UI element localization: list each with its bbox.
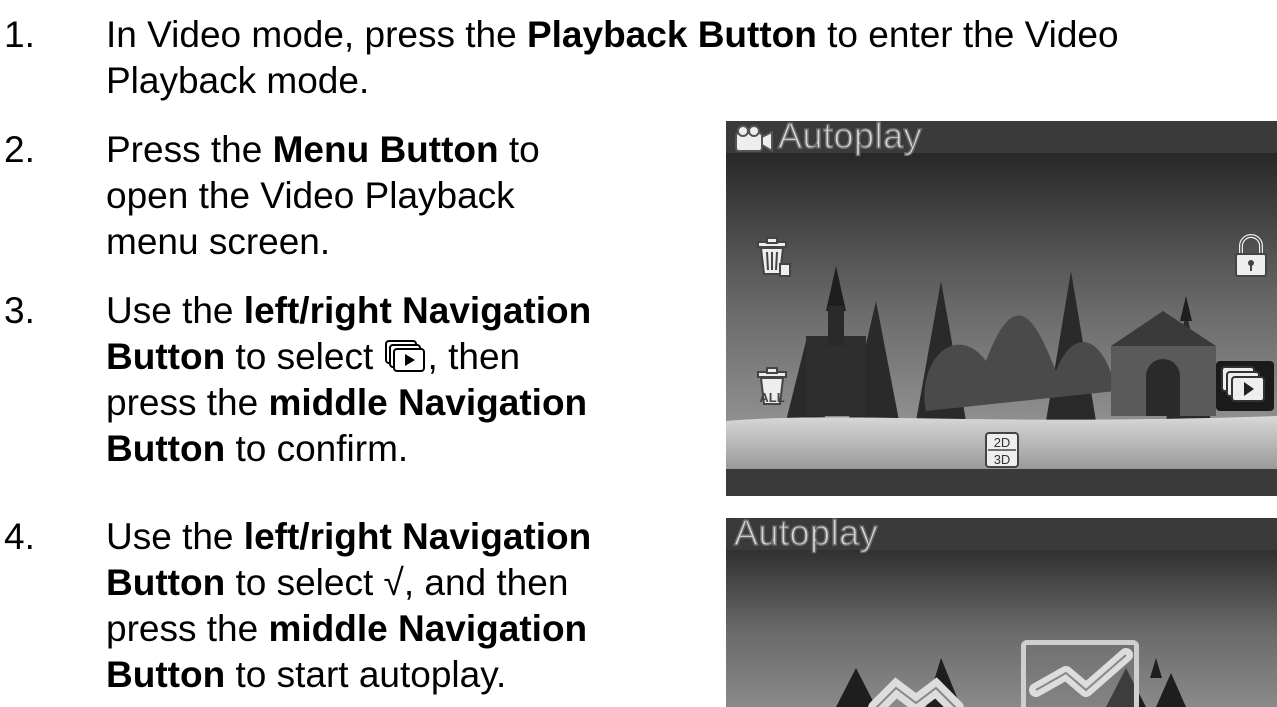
- step-3-number: 3.: [4, 290, 35, 331]
- step-2-text: Press the Menu Button to open the Video …: [106, 129, 540, 262]
- svg-text:ALL: ALL: [759, 390, 784, 405]
- step-3-text: Use the left/right Navigation Button to …: [106, 290, 592, 469]
- slideshow-icon[interactable]: [1216, 361, 1274, 411]
- step-4-number: 4.: [4, 516, 35, 557]
- step-4-text: Use the left/right Navigation Button to …: [106, 516, 592, 695]
- video-camera-icon: [734, 123, 773, 153]
- playback-menu-screen: Autoplay ALL 2D 3D: [726, 121, 1277, 496]
- confirm-check-icon: [1029, 648, 1133, 697]
- step-1-number: 1.: [4, 14, 35, 55]
- screen-1-title: Autoplay: [777, 121, 923, 157]
- autoplay-confirm-screen: Autoplay: [726, 518, 1277, 707]
- 2d-label: 2D: [994, 435, 1011, 450]
- slideshow-icon: [384, 338, 428, 372]
- screen-2-title: Autoplay: [733, 518, 879, 554]
- step-2-number: 2.: [4, 129, 35, 170]
- confirm-check-button[interactable]: [1021, 640, 1139, 707]
- 3d-label: 3D: [994, 452, 1011, 467]
- step-1-text: In Video mode, press the Playback Button…: [106, 14, 1119, 101]
